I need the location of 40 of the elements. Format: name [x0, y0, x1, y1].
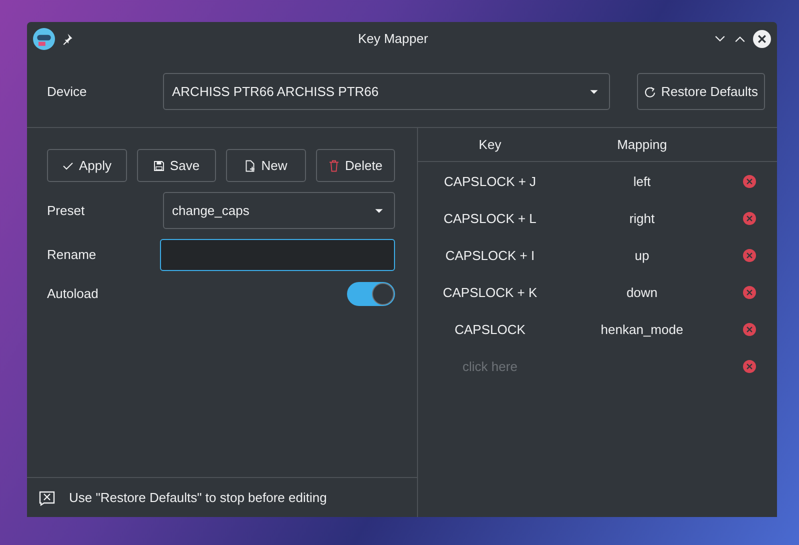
- save-button[interactable]: Save: [136, 149, 216, 182]
- check-icon: [62, 160, 74, 172]
- delete-row-icon[interactable]: [743, 212, 756, 225]
- window-title: Key Mapper: [356, 30, 430, 48]
- delete-row-icon[interactable]: [743, 286, 756, 299]
- mapping-cell-text: left: [632, 172, 652, 191]
- trash-icon: [328, 160, 340, 172]
- key-cell-text: CAPSLOCK + L: [442, 210, 538, 228]
- key-cell-text: CAPSLOCK + J: [442, 172, 538, 191]
- close-icon: [753, 30, 771, 48]
- apply-button[interactable]: Apply: [47, 149, 126, 182]
- new-button[interactable]: New: [226, 149, 306, 182]
- preset-label: Preset: [47, 202, 86, 220]
- preset-dropdown[interactable]: change_caps: [163, 192, 395, 229]
- autoload-label: Autoload: [47, 285, 100, 304]
- column-header: Key: [478, 136, 502, 154]
- autoload-toggle-switch[interactable]: [347, 282, 395, 306]
- pin-icon: [61, 33, 73, 45]
- device-label: Device: [47, 82, 88, 101]
- rename-input-field[interactable]: [160, 239, 395, 271]
- delete-row-icon[interactable]: [743, 175, 756, 188]
- new-document-icon: [244, 160, 256, 172]
- key-cell-text: CAPSLOCK + I: [444, 246, 536, 265]
- key-cell-text: CAPSLOCK + K: [442, 284, 538, 302]
- column-header: Mapping: [616, 136, 668, 154]
- mapping-cell-text: right: [628, 210, 656, 228]
- delete-row-icon[interactable]: [743, 360, 756, 373]
- delete-row-icon[interactable]: [743, 249, 756, 262]
- rename-label: Rename: [47, 246, 98, 264]
- key-cell-text: CAPSLOCK: [454, 320, 526, 339]
- mapping-cell-text: down: [625, 284, 659, 302]
- status-message: Use "Restore Defaults" to stop before editing: [69, 488, 327, 507]
- refresh-icon: [644, 86, 656, 98]
- mapping-cell-text: henkan_mode: [600, 320, 684, 339]
- device-dropdown[interactable]: ARCHISS PTR66 ARCHISS PTR66: [163, 73, 610, 110]
- delete-row-icon[interactable]: [743, 323, 756, 336]
- restore-defaults-button[interactable]: Restore Defaults: [637, 73, 765, 110]
- mapping-cell-text: up: [634, 246, 650, 265]
- delete-button[interactable]: Delete: [316, 149, 395, 182]
- message-icon: [39, 490, 55, 506]
